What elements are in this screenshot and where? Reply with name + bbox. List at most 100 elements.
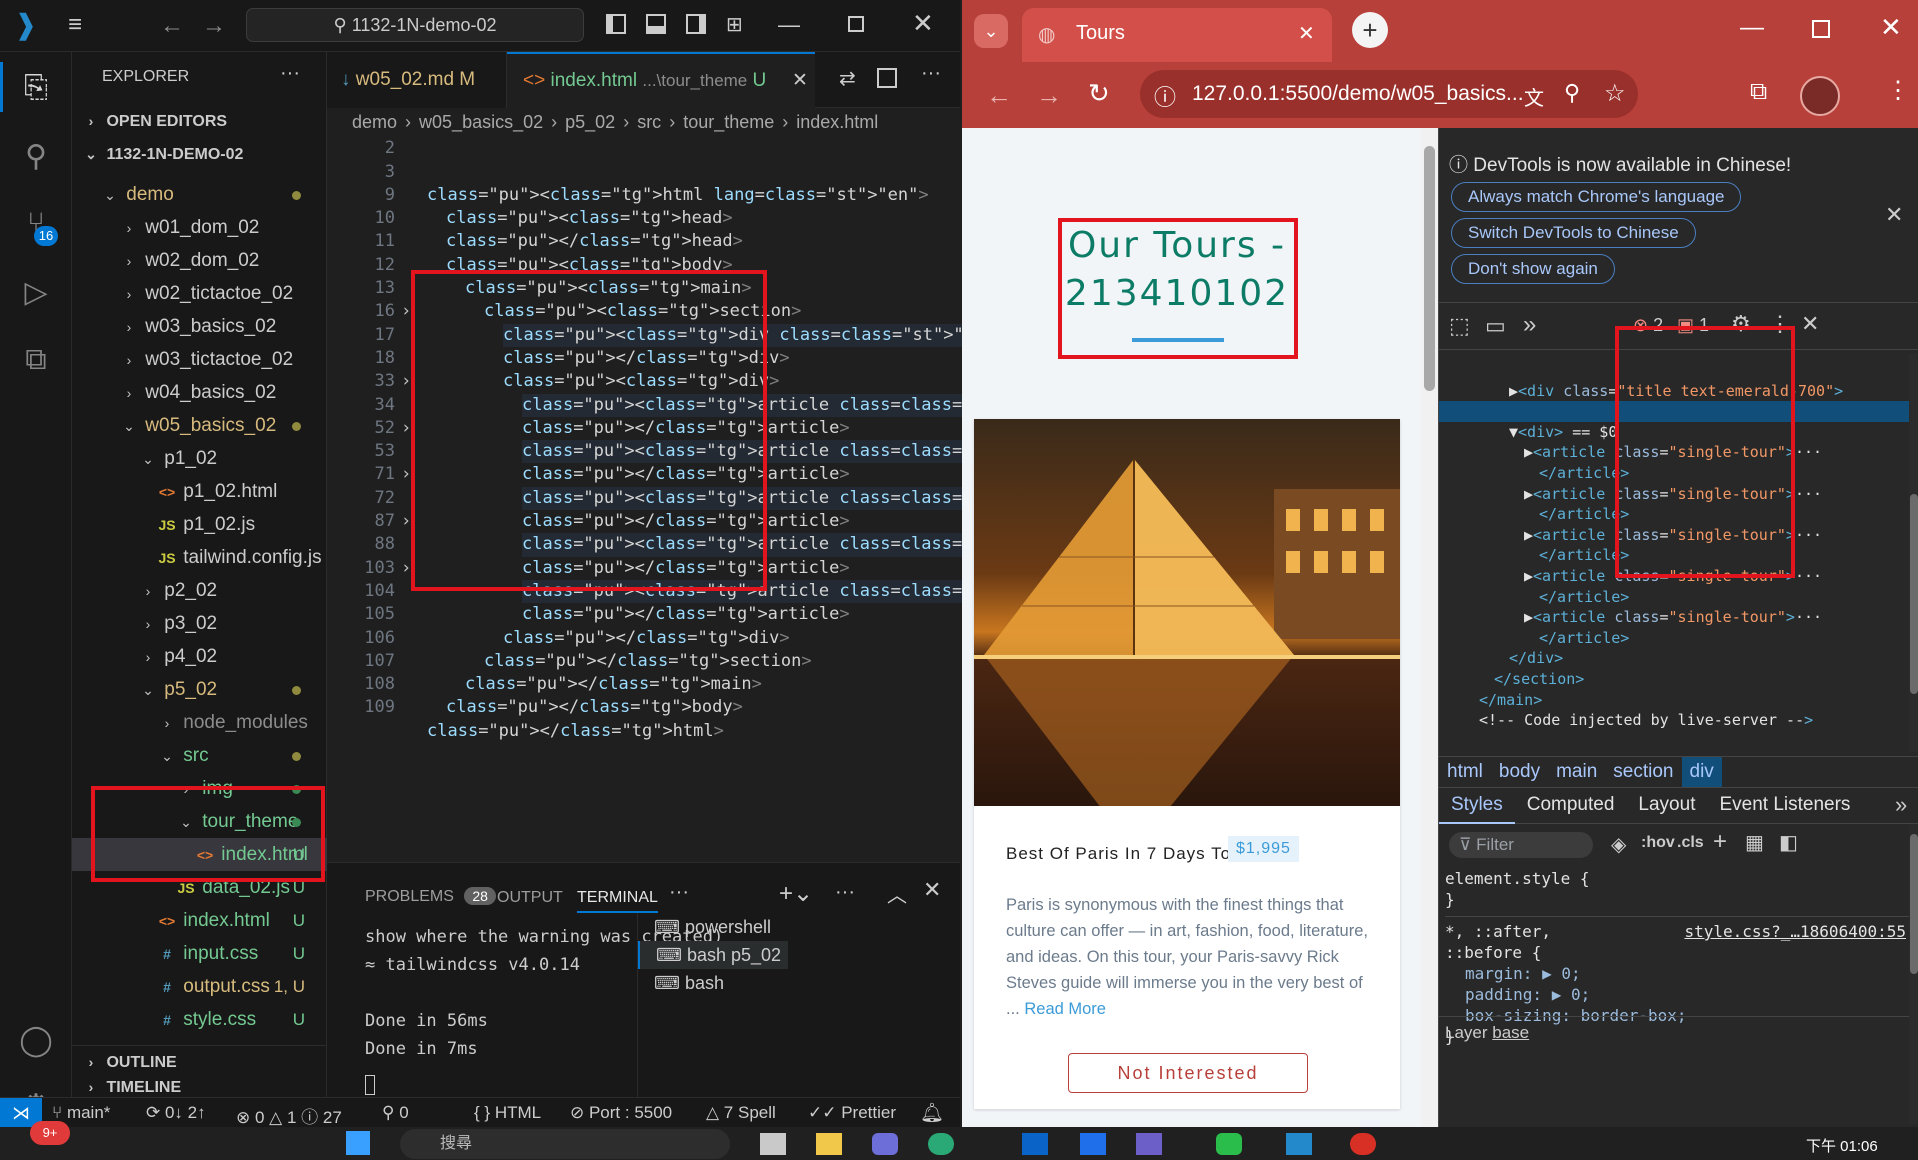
dom-node[interactable]: </article>: [1439, 484, 1909, 523]
app-icon[interactable]: [760, 1133, 786, 1155]
tree-item[interactable]: ⌄ p1_02: [72, 442, 327, 475]
code-line[interactable]: 71 class="pu"></class="tg">article>: [327, 440, 960, 531]
dom-node[interactable]: <!-- Code injected by live-server -->: [1439, 690, 1909, 729]
tree-item[interactable]: › w03_tictactoe_02: [72, 343, 327, 376]
code-line[interactable]: 108 class="pu"></class="tg">html>: [327, 650, 960, 741]
customize-menu-icon[interactable]: ⋮: [1769, 311, 1791, 337]
scrollbar-thumb[interactable]: [1424, 146, 1435, 391]
chrome-menu-icon[interactable]: ⋮: [1886, 76, 1910, 105]
code-line[interactable]: 103 class="pu"></class="tg">article>: [327, 533, 960, 625]
bookmark-star-icon[interactable]: ☆: [1604, 79, 1626, 108]
site-info-icon[interactable]: ⓘ: [1154, 80, 1176, 112]
code-line[interactable]: 107 class="pu"></class="tg">body>: [327, 627, 960, 718]
dom-breadcrumb-item[interactable]: html: [1439, 757, 1491, 787]
dom-node[interactable]: ▼<div> == $0: [1439, 401, 1909, 441]
paint-icon[interactable]: ▦: [1745, 830, 1764, 855]
code-line[interactable]: 104 class="pu"></class="tg">div>: [327, 557, 960, 648]
code-line[interactable]: 10 class="pu"><class="tg">body>: [327, 184, 960, 275]
switch-chinese-button[interactable]: Switch DevTools to Chinese: [1451, 218, 1696, 248]
tree-item[interactable]: › w02_dom_02: [72, 244, 327, 277]
tree-item[interactable]: ⌄ tour_theme: [72, 805, 327, 838]
explorer-icon[interactable]: ⎘: [0, 60, 72, 116]
terminal-tab[interactable]: ⌨ bash p5_02: [638, 941, 788, 969]
prettier-status[interactable]: ✓✓ Prettier: [808, 1103, 896, 1123]
code-line[interactable]: 34 › class="pu"><class="tg">article clas…: [327, 370, 1188, 464]
tree-item[interactable]: › node_modules: [72, 706, 327, 739]
tree-item[interactable]: JS p1_02.js: [72, 508, 327, 541]
spell-status[interactable]: △ 7 Spell: [706, 1103, 776, 1123]
dom-node[interactable]: ▶<article class="single-tour">···: [1439, 463, 1909, 503]
app-icon[interactable]: [1022, 1133, 1048, 1155]
dom-node[interactable]: </article>: [1439, 566, 1909, 606]
dom-node[interactable]: </main>: [1439, 669, 1909, 709]
new-style-rule-icon[interactable]: +: [1713, 828, 1727, 856]
code-line[interactable]: 16 class="pu"></class="tg">div>: [327, 277, 960, 368]
read-more-link[interactable]: Read More: [1024, 1000, 1106, 1018]
tree-item[interactable]: <> index.html U: [72, 904, 327, 937]
match-language-button[interactable]: Always match Chrome's language: [1451, 182, 1742, 212]
elements-scrollbar[interactable]: [1909, 354, 1918, 752]
timeline-section[interactable]: › TIMELINE: [72, 1078, 327, 1097]
styles-tab[interactable]: Layout: [1626, 788, 1707, 822]
code-line[interactable]: 11 class="pu"><class="tg">main>: [327, 207, 960, 298]
more-tabs-icon[interactable]: »: [1523, 311, 1536, 339]
maximize-icon[interactable]: [1812, 20, 1830, 38]
tree-item[interactable]: # style.css U: [72, 1003, 327, 1036]
tab-output[interactable]: OUTPUT: [497, 889, 563, 907]
close-devtools-icon[interactable]: ✕: [1801, 311, 1819, 337]
tree-item[interactable]: › w04_basics_02: [72, 376, 327, 409]
search-activity-icon[interactable]: ⚲: [0, 128, 72, 184]
styles-filter-input[interactable]: ⊽ Filter: [1449, 832, 1593, 858]
styles-tab[interactable]: Computed: [1515, 788, 1627, 822]
app-icon[interactable]: [1080, 1133, 1106, 1155]
workspace-section[interactable]: ⌄ 1132-1N-DEMO-02: [72, 138, 327, 171]
error-counter[interactable]: ⊗ 2: [1633, 315, 1663, 336]
tree-item[interactable]: ⌄ demo: [72, 178, 327, 211]
tree-item[interactable]: ⌄ src: [72, 739, 327, 772]
code-line[interactable]: 33 class="pu"></class="tg">article>: [327, 347, 960, 438]
sidebar-toggle-icon[interactable]: ◧: [1779, 830, 1798, 855]
page-scrollbar[interactable]: [1421, 128, 1438, 1127]
code-line[interactable]: 12 class="pu"><class="tg">section>: [327, 231, 960, 322]
dom-node[interactable]: </article>: [1439, 525, 1909, 564]
scrollbar-thumb[interactable]: [1910, 834, 1918, 974]
minimize-icon[interactable]: —: [1740, 14, 1764, 42]
tree-item[interactable]: › p3_02: [72, 607, 327, 640]
tree-item[interactable]: › w01_dom_02: [72, 211, 327, 244]
css-property[interactable]: margin: ▶ 0;: [1445, 963, 1910, 984]
toggle-sidebar-icon[interactable]: [606, 14, 626, 34]
new-terminal-icon[interactable]: +⌄: [779, 879, 813, 908]
vscode-taskbar-icon[interactable]: [1286, 1133, 1312, 1155]
menu-icon[interactable]: ≡: [68, 12, 82, 38]
layer-link[interactable]: base: [1492, 1023, 1529, 1042]
tab-terminal[interactable]: TERMINAL: [577, 889, 658, 913]
close-panel-icon[interactable]: ✕: [923, 877, 941, 903]
open-editors-section[interactable]: › OPEN EDITORS: [72, 105, 327, 138]
terminal-tab[interactable]: ⌨ bash: [638, 969, 788, 997]
extensions-puzzle-icon[interactable]: ⧉: [1750, 78, 1767, 106]
new-tab-button[interactable]: +: [1352, 12, 1388, 48]
cls-toggle[interactable]: .cls: [1677, 834, 1704, 852]
tree-item[interactable]: › p4_02: [72, 640, 327, 673]
code-line[interactable]: 2 class="pu"><class="tg">html lang=class…: [327, 114, 960, 205]
code-line[interactable]: 18 › class="pu"><class="tg">article clas…: [327, 324, 1188, 417]
tree-item[interactable]: <> index.html U: [72, 838, 327, 871]
chrome-taskbar-icon[interactable]: [1350, 1133, 1376, 1155]
dont-show-again-button[interactable]: Don't show again: [1451, 254, 1615, 284]
scrollbar-thumb[interactable]: [1910, 494, 1918, 694]
line-icon[interactable]: [1216, 1133, 1242, 1155]
reload-icon[interactable]: ↻: [1088, 78, 1110, 109]
dom-node[interactable]: ▶<article class="single-tour">···: [1439, 504, 1909, 544]
source-control-icon[interactable]: ⑂ 16: [0, 196, 72, 252]
problems-status[interactable]: ⊗ 0 △ 1 ⓘ 27: [236, 1103, 342, 1128]
compare-changes-icon[interactable]: ⇄: [839, 66, 856, 91]
tree-item[interactable]: # output.css 1, U: [72, 970, 327, 1003]
start-icon[interactable]: [346, 1131, 370, 1155]
tree-item[interactable]: › w02_tictactoe_02: [72, 277, 327, 310]
dom-node[interactable]: ··· </div>: [1439, 381, 1909, 420]
language-mode[interactable]: { } HTML: [474, 1103, 541, 1123]
tree-item[interactable]: # input.css U: [72, 937, 327, 970]
dom-breadcrumb-item[interactable]: body: [1491, 757, 1548, 787]
notifications-icon[interactable]: 🔔︎: [920, 1101, 944, 1125]
rule-source-link[interactable]: style.css?_…18606400:55: [1684, 921, 1906, 942]
